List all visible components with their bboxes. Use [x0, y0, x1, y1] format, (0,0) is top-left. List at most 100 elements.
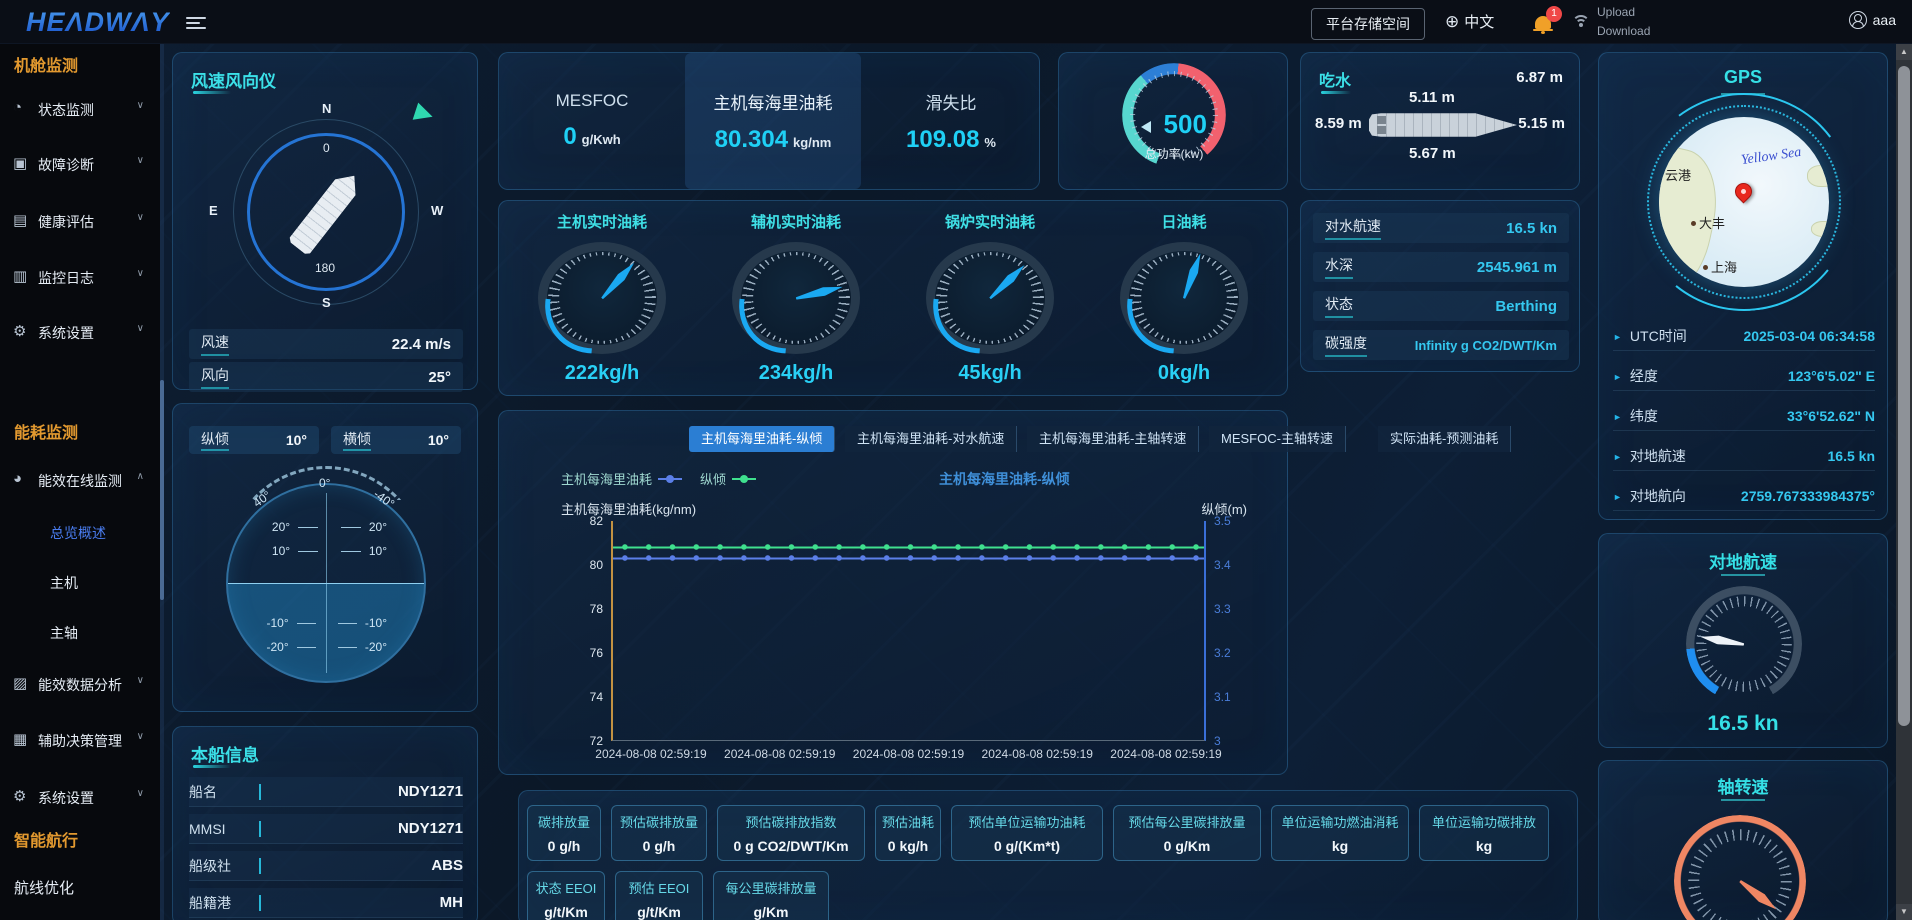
scrollbar-down-arrow[interactable]: ▼	[1896, 904, 1912, 920]
sidebar-item-label: 故障诊断	[38, 155, 94, 175]
series-line-1	[613, 543, 1204, 552]
incl-scale-right: -10°	[365, 616, 387, 630]
wind-direction-arrow-icon	[413, 103, 436, 126]
mesfoc-cell-label: MESFOC	[556, 91, 629, 111]
left-axis-name: 主机每海里油耗(kg/nm)	[561, 499, 696, 518]
nav-row-0: 对水航速16.5 kn	[1313, 213, 1569, 243]
sidebar-item-system-settings-2[interactable]: ⚙系统设置∨	[0, 784, 160, 810]
sidebar-subitem-main-engine[interactable]: 主机	[0, 570, 160, 594]
nav-row-label: 碳强度	[1325, 333, 1367, 357]
sidebar-item-energy-online-monitoring[interactable]: ◕能效在线监测∧	[0, 467, 160, 493]
energy-online-icon: ◕	[13, 470, 22, 487]
ship-info-title: 本船信息	[191, 741, 259, 766]
wind-row-1: 风向25°	[189, 362, 463, 392]
sidebar-subitem-overview[interactable]: 总览概述	[0, 520, 160, 544]
chart-tab-4[interactable]: 实际油耗-预测油耗	[1378, 426, 1511, 452]
metric-chip-label: 预估碳排放指数	[745, 812, 836, 831]
sidebar-section-2: 智能航行	[14, 827, 78, 851]
gps-row-label: 经度	[1613, 366, 1658, 386]
sidebar-item-status-monitoring[interactable]: ◔状态监测∨	[0, 96, 160, 122]
chart-tab-2[interactable]: 主机每海里油耗-主轴转速	[1027, 426, 1199, 452]
incl-scale-row-1: 10° 10°	[265, 544, 387, 558]
settings-gear-icon: ⚙	[13, 787, 26, 805]
gps-row-4: 对地航向2759.767333984375°	[1613, 481, 1875, 511]
chevron-down-icon: ∨	[137, 100, 144, 111]
incl-top-center: 0°	[319, 476, 330, 490]
sidebar-item-monitor-log[interactable]: ▥监控日志∨	[0, 264, 160, 290]
incl-scale-left: 10°	[265, 544, 290, 558]
incl-scale-right: 10°	[369, 544, 387, 558]
sidebar-item-label: 系统设置	[38, 323, 94, 343]
ship-info-label: 船籍港	[189, 893, 259, 913]
scrollbar-up-arrow[interactable]: ▲	[1896, 44, 1912, 60]
window-scrollbar[interactable]: ▲ ▼	[1896, 44, 1912, 920]
chevron-down-icon: ∨	[137, 155, 144, 166]
x-label-1: 2024-08-08 02:59:19	[724, 747, 835, 761]
chart-tab-3[interactable]: MESFOC-主轴转速	[1209, 426, 1346, 452]
metric-chip-value: 0 g/(Km*t)	[994, 838, 1060, 854]
ship-info-value: MH	[440, 894, 463, 911]
ship-info-value: NDY1271	[398, 820, 463, 837]
sidebar-item-health-assessment[interactable]: ▤健康评估∨	[0, 208, 160, 234]
wind-panel: 风速风向仪 N S E W 0 180 风速22.4 m/s风向25°	[172, 52, 478, 390]
gps-row-label: 对地航向	[1613, 486, 1686, 506]
sidebar-collapse-icon[interactable]	[186, 14, 206, 32]
wind-row-label: 风向	[201, 365, 229, 389]
legend-item-1[interactable]: 纵倾	[700, 469, 756, 488]
map-city-3: 上海	[1703, 257, 1737, 276]
gps-map[interactable]: Yellow Sea 云港 大丰 上海	[1659, 117, 1829, 287]
legend-item-0[interactable]: 主机每海里油耗	[561, 469, 682, 488]
sidebar-item-label: 监控日志	[38, 268, 94, 288]
shaft-panel: 轴转速	[1598, 760, 1888, 920]
incl-scale-right: 20°	[369, 520, 387, 534]
fuel-gauge-dial	[538, 242, 666, 354]
incl-scale-left: 20°	[265, 520, 290, 534]
compass-e: E	[209, 203, 218, 218]
chevron-down-icon: ∨	[137, 675, 144, 686]
draft-ship-icon	[1369, 111, 1517, 139]
compass-w: W	[431, 203, 443, 218]
mesfoc-cell-1[interactable]: 主机每海里油耗80.304kg/nm	[685, 53, 861, 189]
mesfoc-cell-valuewrap: 109.08%	[906, 126, 996, 154]
nav-row-label: 对水航速	[1325, 216, 1381, 240]
language-selector[interactable]: ⊕ 中文	[1445, 11, 1494, 32]
sidebar-section-0: 机舱监测	[14, 52, 78, 76]
user-menu[interactable]: aaa	[1849, 11, 1896, 29]
sidebar-item-route-optimization[interactable]: 航线优化	[0, 873, 160, 899]
metric-chip-value: 0 g/h	[643, 838, 676, 854]
scrollbar-thumb[interactable]	[1898, 66, 1910, 726]
draft-left: 8.59 m	[1315, 115, 1362, 132]
sidebar-item-decision-support[interactable]: ▦辅助决策管理∨	[0, 727, 160, 753]
upload-download[interactable]: Upload Download	[1572, 3, 1650, 40]
sidebar-subitem-main-shaft[interactable]: 主轴	[0, 620, 160, 644]
metric-chip-7: 单位运输功碳排放kg	[1419, 805, 1549, 861]
metric-chip-value: 0 kg/h	[888, 838, 928, 854]
settings-gear-icon: ⚙	[13, 322, 26, 340]
metric-chip-value: g/t/Km	[637, 904, 681, 920]
globe-icon: ⊕	[1445, 12, 1459, 32]
fuel-gauge-title: 主机实时油耗	[557, 211, 647, 232]
chart-plot[interactable]	[611, 521, 1206, 741]
ship-info-value: ABS	[431, 857, 463, 874]
left-tick-2: 78	[590, 602, 603, 616]
sidebar-item-energy-data-analysis[interactable]: ▨能效数据分析∨	[0, 671, 160, 697]
notification-bell[interactable]: 1	[1530, 10, 1556, 36]
chart-tab-0[interactable]: 主机每海里油耗-纵倾	[689, 426, 835, 452]
gps-row-0: UTC时间2025-03-04 06:34:58	[1613, 321, 1875, 351]
health-assessment-icon: ▤	[13, 211, 27, 229]
chart-tab-1[interactable]: 主机每海里油耗-对水航速	[845, 426, 1017, 452]
mesfoc-cell-0[interactable]: MESFOC0g/Kwh	[509, 53, 675, 189]
metric-chip-label: 预估碳排放量	[620, 812, 698, 831]
platform-storage-button[interactable]: 平台存储空间	[1311, 8, 1425, 40]
metric-chip-label: 单位运输功燃油消耗	[1281, 812, 1398, 831]
metric-chip-value: kg	[1332, 838, 1348, 854]
mesfoc-cell-2[interactable]: 滑失比109.08%	[871, 53, 1031, 189]
gps-row-label: 对地航速	[1613, 446, 1686, 466]
sidebar-item-system-settings[interactable]: ⚙系统设置∨	[0, 319, 160, 345]
total-power-panel: 500 总功率(kw)	[1058, 52, 1288, 190]
total-power-label: 总功率(kw)	[1059, 145, 1289, 162]
sidebar-item-fault-diagnosis[interactable]: ▣故障诊断∨	[0, 151, 160, 177]
ship-info-value: NDY1271	[398, 783, 463, 800]
sidebar-scrollbar-thumb[interactable]	[160, 380, 164, 600]
chevron-down-icon: ∨	[137, 268, 144, 279]
